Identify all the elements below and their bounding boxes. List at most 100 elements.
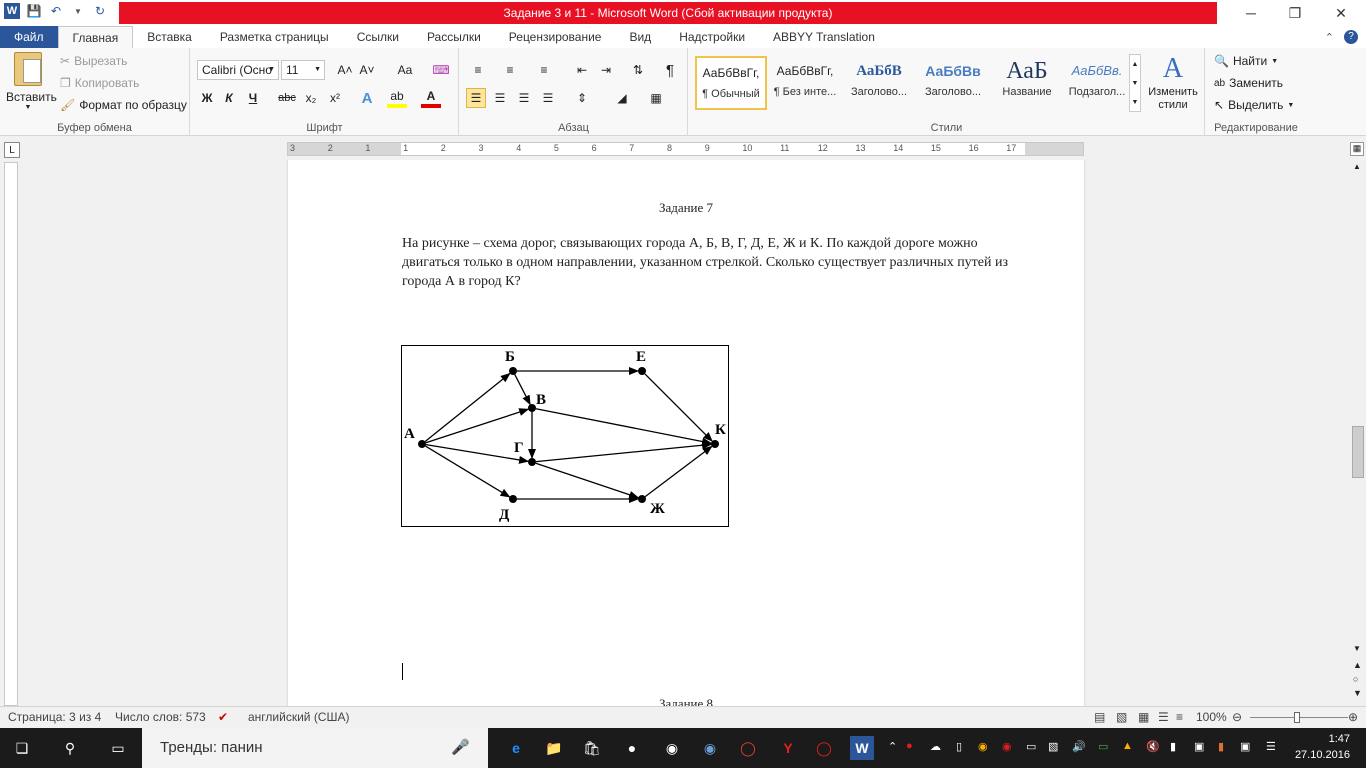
style-no-spacing[interactable]: АаБбВвГг, ¶ Без инте... [769, 56, 841, 110]
styles-scroll[interactable]: ▲ ▼ ▼ [1129, 54, 1141, 112]
word-count[interactable]: Число слов: 573 [115, 710, 206, 724]
italic-button[interactable]: К [219, 88, 239, 108]
volume-icon[interactable]: 🔊 [1072, 740, 1086, 753]
reading-mode-icon[interactable]: ▧ [1116, 710, 1127, 724]
chrome-icon[interactable]: ◯ [736, 736, 760, 760]
chevron-down-icon[interactable]: ▼ [70, 3, 86, 19]
minimize-button[interactable]: ─ [1228, 0, 1274, 26]
align-center-icon[interactable]: ☰ [490, 88, 510, 108]
taskbar-search-input[interactable]: Тренды: панин 🎤 [142, 728, 488, 768]
highlight-button[interactable]: ab [387, 88, 407, 108]
grow-font-button[interactable]: A˄ [335, 60, 355, 80]
page-count[interactable]: Страница: 3 из 4 [8, 710, 101, 724]
help-icon[interactable]: ? [1344, 30, 1358, 44]
undo-icon[interactable]: ↶ [48, 3, 64, 19]
font-size-combo[interactable]: 11 ▼ [281, 60, 325, 80]
word-taskbar-icon[interactable]: W [850, 736, 874, 760]
tab-mailings[interactable]: Рассылки [413, 26, 495, 48]
find-button[interactable]: 🔍 Найти ▼ [1214, 54, 1278, 68]
redo-icon[interactable]: ↻ [92, 3, 108, 19]
font-color-button[interactable]: A [421, 88, 441, 108]
zoom-in-icon[interactable]: ⊕ [1348, 710, 1358, 724]
tab-home[interactable]: Главная [57, 26, 134, 48]
strikethrough-button[interactable]: abc [277, 88, 297, 108]
decrease-indent-icon[interactable]: ⇤ [572, 60, 592, 80]
line-spacing-icon[interactable]: ⇕ [572, 88, 592, 108]
language-tray-icon[interactable]: ▣ [1194, 740, 1204, 753]
tab-view[interactable]: Вид [615, 26, 665, 48]
scroll-thumb[interactable] [1352, 426, 1364, 478]
notifications-icon[interactable]: ☰ [1266, 740, 1276, 753]
clear-formatting-icon[interactable]: ⌨ [431, 60, 451, 80]
bold-button[interactable]: Ж [197, 88, 217, 108]
draft-icon[interactable]: ≡ [1176, 710, 1183, 724]
horizontal-ruler[interactable]: 3 2 1 1 2 3 4 5 6 7 8 9 10 11 12 13 14 15 16 17 [287, 142, 1084, 156]
tray-icon-8[interactable]: ▭ [1098, 740, 1108, 753]
zoom-slider-handle[interactable] [1294, 712, 1300, 723]
app-icon-1[interactable]: ● [620, 736, 644, 760]
outline-icon[interactable]: ☰ [1158, 710, 1169, 724]
multilevel-list-icon[interactable]: ≡ [534, 60, 554, 80]
change-case-button[interactable]: Aa [391, 60, 419, 80]
tab-abbyy[interactable]: ABBYY Translation [759, 26, 889, 48]
superscript-button[interactable]: x² [325, 88, 345, 108]
style-heading-2[interactable]: АаБбВв Заголово... [917, 56, 989, 110]
taskbar-clock[interactable]: 1:47 27.10.2016 [1295, 731, 1350, 763]
app-icon-3[interactable]: ◉ [698, 736, 722, 760]
search-icon[interactable]: ⚲ [58, 736, 82, 760]
align-right-icon[interactable]: ☰ [514, 88, 534, 108]
text-effect-button[interactable]: A [357, 88, 377, 108]
style-title[interactable]: АаБ Название [991, 56, 1063, 110]
tab-references[interactable]: Ссылки [343, 26, 413, 48]
vertical-scrollbar[interactable]: ▲ ▼ ▲ ○ ▼ [1350, 160, 1366, 706]
copy-button[interactable]: ❐ Копировать [60, 76, 139, 90]
file-explorer-icon[interactable]: 📁 [542, 736, 566, 760]
tab-review[interactable]: Рецензирование [495, 26, 616, 48]
align-left-icon[interactable]: ☰ [466, 88, 486, 108]
style-normal[interactable]: АаБбВвГг, ¶ Обычный [695, 56, 767, 110]
show-formatting-button[interactable]: ¶ [660, 60, 680, 80]
tab-page-layout[interactable]: Разметка страницы [206, 26, 343, 48]
tray-icon-11[interactable]: ▣ [1240, 740, 1250, 753]
tab-stop-selector[interactable]: L [4, 142, 20, 158]
print-layout-icon[interactable]: ▤ [1094, 710, 1105, 724]
tab-insert[interactable]: Вставка [133, 26, 206, 48]
tray-overflow-icon[interactable]: ⌃ [888, 740, 897, 753]
yandex-icon[interactable]: Y [776, 736, 800, 760]
sort-icon[interactable]: ⇅ [628, 60, 648, 80]
maximize-button[interactable]: ❐ [1272, 0, 1318, 26]
replace-button[interactable]: ab Заменить [1214, 76, 1283, 90]
select-button[interactable]: ↖ Выделить ▼ [1214, 98, 1294, 112]
task-view-icon[interactable]: ▭ [106, 736, 130, 760]
tray-icon-1[interactable]: ● [906, 740, 913, 752]
justify-icon[interactable]: ☰ [538, 88, 558, 108]
microphone-icon[interactable]: 🎤 [451, 728, 470, 768]
tray-icon-3[interactable]: ▯ [956, 740, 962, 753]
tab-addins[interactable]: Надстройки [665, 26, 759, 48]
app-icon-2[interactable]: ◉ [660, 736, 684, 760]
web-layout-icon[interactable]: ▦ [1138, 710, 1149, 724]
opera-icon[interactable]: ◯ [812, 736, 836, 760]
edge-icon[interactable]: e [504, 736, 528, 760]
network-icon[interactable]: ▮ [1170, 740, 1176, 753]
numbering-icon[interactable]: ≡ [500, 60, 520, 80]
save-icon[interactable]: 💾 [26, 3, 42, 19]
shrink-font-button[interactable]: A˅ [357, 60, 377, 80]
browse-object-icon[interactable]: ○ [1353, 674, 1358, 684]
store-icon[interactable]: 🛍 [580, 736, 604, 760]
tab-file[interactable]: Файл [0, 26, 58, 48]
tray-icon-2[interactable]: ☁ [930, 740, 941, 753]
bullets-icon[interactable]: ≡ [468, 60, 488, 80]
style-subtitle[interactable]: АаБбВв. Подзагол... [1061, 56, 1133, 110]
tray-icon-6[interactable]: ▭ [1026, 740, 1036, 753]
zoom-level[interactable]: 100% [1196, 710, 1227, 724]
tray-icon-10[interactable]: ▮ [1218, 740, 1224, 753]
zoom-slider[interactable] [1250, 712, 1348, 723]
proofing-icon[interactable]: ✔ [218, 710, 228, 724]
format-painter-button[interactable]: 🖌 Формат по образцу [60, 98, 187, 112]
language-indicator[interactable]: английский (США) [248, 710, 349, 724]
windows-start-icon[interactable]: ❏ [10, 736, 34, 760]
subscript-button[interactable]: x₂ [301, 88, 321, 108]
style-heading-1[interactable]: АаБбВ Заголово... [843, 56, 915, 110]
next-page-icon[interactable]: ▼ [1353, 688, 1362, 698]
